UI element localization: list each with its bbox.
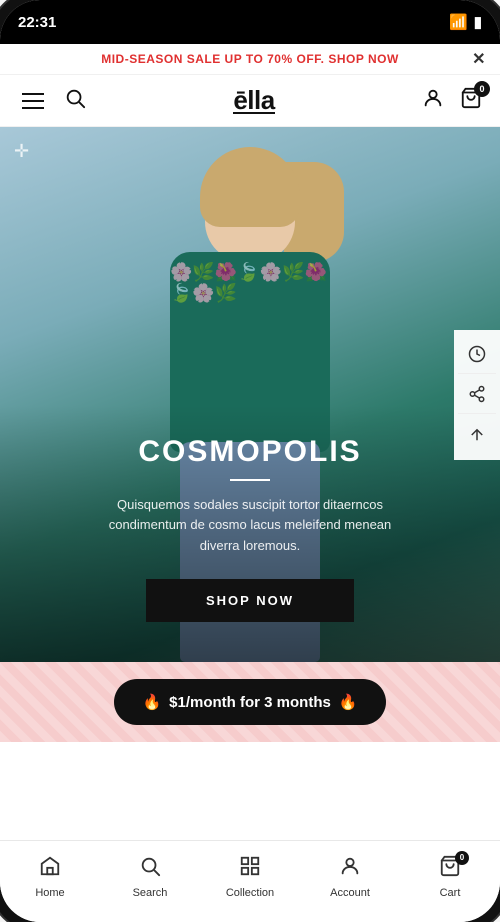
cart-button[interactable]: 0 xyxy=(460,87,482,115)
hero-title: COSMOPOLIS xyxy=(30,435,470,469)
promo-banner: MID-SEASON SALE UP TO 70% OFF. SHOP NOW … xyxy=(0,44,500,75)
nav-collection[interactable]: Collection xyxy=(200,855,300,899)
nav-home[interactable]: Home xyxy=(0,855,100,899)
promo-close-button[interactable]: ✕ xyxy=(472,49,486,69)
collection-icon xyxy=(239,855,261,883)
promo-pill[interactable]: 🔥 $1/month for 3 months 🔥 xyxy=(114,679,385,725)
fire-right-icon: 🔥 xyxy=(339,693,358,711)
search-nav-icon xyxy=(139,855,161,883)
collection-label: Collection xyxy=(226,887,274,899)
scroll-up-button[interactable] xyxy=(458,416,496,454)
search-button[interactable] xyxy=(64,87,86,115)
logo: ēlla xyxy=(233,85,274,116)
nav-search[interactable]: Search xyxy=(100,855,200,899)
phone-frame: 22:31 📶 ▮ MID-SEASON SALE UP TO 70% OFF.… xyxy=(0,0,500,922)
home-icon xyxy=(39,855,61,883)
history-button[interactable] xyxy=(458,336,496,374)
bottom-nav: Home Search Collection xyxy=(0,840,500,922)
side-actions xyxy=(454,330,500,460)
home-label: Home xyxy=(35,887,64,899)
cart-badge: 0 xyxy=(474,81,490,97)
battery-icon: ▮ xyxy=(474,13,482,31)
cart-label: Cart xyxy=(440,887,461,899)
account-button[interactable] xyxy=(422,87,444,115)
move-icon: ✛ xyxy=(14,141,29,162)
hero-overlay: COSMOPOLIS Quisquemos sodales suscipit t… xyxy=(0,405,500,662)
hero-section: ✛ COSMOPOLIS Quisquemos sodales suscipit… xyxy=(0,127,500,662)
hero-divider xyxy=(230,479,270,481)
wifi-icon: 📶 xyxy=(449,13,468,31)
hero-description: Quisquemos sodales suscipit tortor ditae… xyxy=(90,495,410,557)
status-right: 📶 ▮ xyxy=(449,13,482,31)
header: ēlla 0 xyxy=(0,75,500,127)
nav-cart-badge: 0 xyxy=(455,851,469,865)
promo-strip[interactable]: 🔥 $1/month for 3 months 🔥 xyxy=(0,662,500,742)
figure-hair xyxy=(200,147,300,227)
hero-cta-button[interactable]: SHOP NOW xyxy=(146,579,354,622)
status-time: 22:31 xyxy=(18,14,56,31)
nav-account[interactable]: Account xyxy=(300,855,400,899)
status-bar: 22:31 📶 ▮ xyxy=(0,0,500,44)
cart-wrapper: 0 xyxy=(439,855,461,883)
promo-strip-text: $1/month for 3 months xyxy=(169,694,331,711)
search-nav-label: Search xyxy=(133,887,168,899)
promo-text: MID-SEASON SALE UP TO 70% OFF. SHOP NOW xyxy=(101,52,399,66)
nav-cart[interactable]: 0 Cart xyxy=(400,855,500,899)
share-button[interactable] xyxy=(458,376,496,414)
header-right: 0 xyxy=(422,87,482,115)
account-label: Account xyxy=(330,887,370,899)
header-left xyxy=(18,87,86,115)
menu-button[interactable] xyxy=(18,89,48,113)
account-nav-icon xyxy=(339,855,361,883)
fire-left-icon: 🔥 xyxy=(142,693,161,711)
